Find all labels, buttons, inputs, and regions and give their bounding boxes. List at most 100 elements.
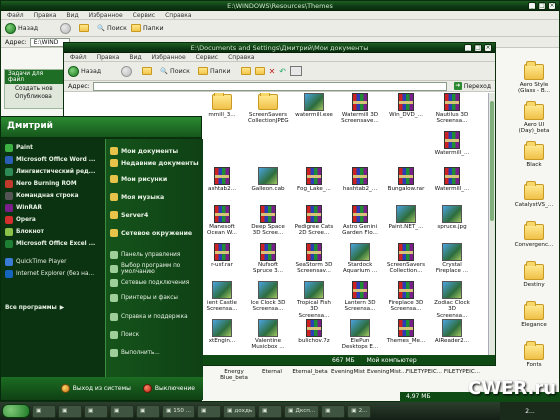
folder-item[interactable]: Convergenc... xyxy=(511,221,557,248)
file-item[interactable]: r-usf.rar xyxy=(202,243,242,268)
taskbar-button[interactable]: ▣ 2... xyxy=(347,404,372,418)
close-button[interactable]: × xyxy=(484,44,492,52)
menu-help[interactable]: Справка xyxy=(228,54,254,61)
file-item[interactable]: Watermill_... xyxy=(432,167,472,192)
maximize-button[interactable]: □ xyxy=(474,44,482,52)
place-item[interactable]: Выбор программ по умолчанию xyxy=(106,263,202,275)
file-item[interactable]: Eternal xyxy=(253,369,291,375)
file-item[interactable]: Bungalow.rar xyxy=(386,167,426,192)
taskbar-button[interactable]: ▣ xyxy=(136,404,160,418)
taskbar-button[interactable]: ▣ 150 ... xyxy=(162,404,196,418)
folder-item[interactable]: Elegance xyxy=(511,301,557,328)
front-address-field[interactable] xyxy=(92,81,447,91)
file-item[interactable]: EveningMist... xyxy=(367,369,406,375)
place-item[interactable]: Справка и поддержка xyxy=(106,313,202,321)
back-window-titlebar[interactable]: E:\WINDOWS\Resources\Themes _ □ × xyxy=(1,1,559,11)
copy-to-icon[interactable] xyxy=(254,67,265,75)
forward-arrow-icon[interactable] xyxy=(60,22,72,34)
place-item[interactable]: Мои рисунки xyxy=(106,175,202,183)
menu-edit[interactable]: Правка xyxy=(34,12,57,19)
taskbar-button[interactable]: ▣ xyxy=(321,404,346,418)
program-item[interactable]: WinRAR xyxy=(1,202,105,214)
taskbar-button[interactable]: ▣ xyxy=(258,404,283,418)
program-item[interactable]: Nero Burning ROM xyxy=(1,178,105,190)
logoff-button[interactable]: Выход из системы xyxy=(60,384,131,393)
file-item[interactable]: Zodiac Clock 3D Screensa... xyxy=(432,281,472,319)
file-item[interactable]: ScreenSavers Collection... xyxy=(386,243,426,275)
taskbar-button[interactable]: ▣ Дксп... xyxy=(284,404,320,418)
place-item[interactable]: Server4 xyxy=(106,211,202,219)
file-item[interactable]: Themes_Me... xyxy=(386,319,426,344)
file-item[interactable]: Lantern 3D Screensa... xyxy=(340,281,380,313)
file-item[interactable]: xtEngin... xyxy=(202,319,242,344)
place-item[interactable]: Панель управления xyxy=(106,251,202,259)
task-publish[interactable]: Опубликова xyxy=(5,92,63,100)
file-item[interactable]: Manesoft Ocean W... xyxy=(202,205,242,237)
file-item[interactable]: Fireplace 3D Screensa... xyxy=(386,281,426,313)
place-item[interactable]: Выполнить... xyxy=(106,349,202,357)
program-item[interactable]: Internet Explorer (без на... xyxy=(1,268,105,280)
file-item[interactable]: EveningMist xyxy=(329,369,367,375)
menu-view[interactable]: Вид xyxy=(129,54,141,61)
menu-favorites[interactable]: Избранное xyxy=(152,54,186,61)
file-item[interactable]: watermill.exe xyxy=(294,93,334,118)
vertical-scrollbar[interactable] xyxy=(488,93,495,355)
taskbar-button[interactable]: ▣ xyxy=(32,404,56,418)
program-item[interactable]: Opera xyxy=(1,214,105,226)
menu-file[interactable]: Файл xyxy=(7,12,24,19)
file-item[interactable]: Energy Blue_beta xyxy=(215,369,253,382)
program-item[interactable]: Командная строка xyxy=(1,190,105,202)
start-button[interactable] xyxy=(2,404,30,418)
maximize-button[interactable]: □ xyxy=(538,2,546,10)
file-item[interactable]: FILETYPEIC... xyxy=(405,369,443,375)
file-item[interactable]: Galleon.cab xyxy=(248,167,288,192)
close-button[interactable]: × xyxy=(548,2,556,10)
taskbar-button[interactable]: ▣ дохдь xyxy=(223,404,257,418)
program-item[interactable]: Блокнот xyxy=(1,226,105,238)
folder-item[interactable]: Black xyxy=(511,141,557,168)
search-button[interactable]: 🔍 Поиск xyxy=(160,67,190,76)
program-item[interactable]: Paint xyxy=(1,142,105,154)
file-item[interactable]: Fog_Lake_... xyxy=(294,167,334,192)
folder-item[interactable]: Destiny xyxy=(511,261,557,288)
program-item[interactable]: Microsoft Office Excel ... xyxy=(1,238,105,250)
menu-tools[interactable]: Сервис xyxy=(133,12,155,19)
file-item[interactable]: ElePun Desktops E... xyxy=(340,319,380,351)
taskbar-button[interactable]: ▣ xyxy=(197,404,222,418)
menu-edit[interactable]: Правка xyxy=(97,54,120,61)
menu-help[interactable]: Справка xyxy=(165,12,191,19)
task-create-folder[interactable]: Создать нов xyxy=(5,84,63,92)
menu-file[interactable]: Файл xyxy=(70,54,87,61)
file-item[interactable]: mmill_3... xyxy=(202,93,242,118)
file-item[interactable]: Crystal Fireplace ... xyxy=(432,243,472,275)
menu-favorites[interactable]: Избранное xyxy=(89,12,123,19)
taskbar-button[interactable]: ▣ xyxy=(84,404,108,418)
search-button[interactable]: 🔍 Поиск xyxy=(97,24,127,33)
forward-arrow-icon[interactable] xyxy=(121,65,133,77)
file-item[interactable]: Deep Space 3D Scree... xyxy=(248,205,288,237)
taskbar-button[interactable]: ▣ xyxy=(58,404,82,418)
file-item[interactable]: Nufsoft Spruce 3... xyxy=(248,243,288,275)
undo-icon[interactable]: ↶ xyxy=(279,67,286,76)
back-button[interactable]: Назад xyxy=(5,22,38,34)
place-item[interactable]: Мои документы xyxy=(106,147,202,155)
folders-button[interactable]: Папки xyxy=(130,24,164,32)
file-item[interactable]: Nautilus 3D Screensa... xyxy=(432,93,472,125)
program-item[interactable]: QuickTime Player xyxy=(1,256,105,268)
up-folder-icon[interactable] xyxy=(142,67,153,75)
place-item[interactable]: Недавние документы xyxy=(106,159,202,167)
file-item[interactable]: ient Castle Screensa... xyxy=(202,281,242,313)
place-item[interactable]: Поиск xyxy=(106,331,202,339)
folder-item[interactable]: CatalystVS_... xyxy=(511,181,557,208)
go-button[interactable]: ➜ Переход xyxy=(450,82,495,90)
views-icon[interactable] xyxy=(289,66,302,76)
file-item[interactable]: Paint.NET_... xyxy=(386,205,426,230)
program-item[interactable]: Microsoft Office Word ... xyxy=(1,154,105,166)
file-item[interactable]: FILETYPEIC... xyxy=(443,369,481,375)
folder-item[interactable]: Fonts xyxy=(511,341,557,368)
place-item[interactable]: Сетевое окружение xyxy=(106,229,202,237)
folder-item[interactable]: Aero Style (Glass - B... xyxy=(511,61,557,95)
file-item[interactable]: Ice Clock 3D Screensa... xyxy=(248,281,288,313)
folders-button[interactable]: Папки xyxy=(197,67,231,75)
minimize-button[interactable]: _ xyxy=(528,2,536,10)
